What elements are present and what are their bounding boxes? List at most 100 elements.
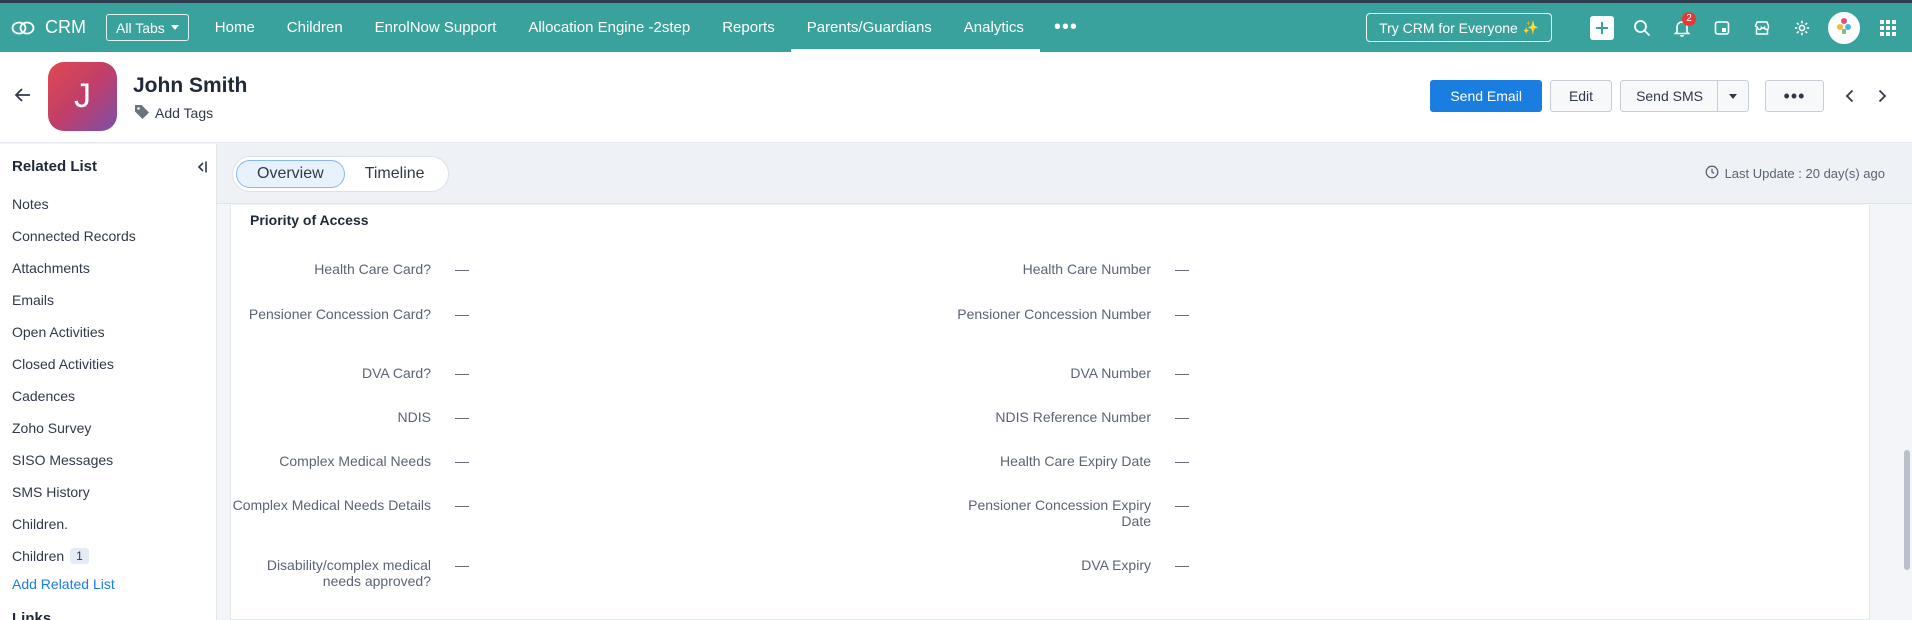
all-tabs-label: All Tabs — [116, 19, 165, 36]
crm-brand[interactable]: CRM — [0, 17, 100, 38]
notifications-button[interactable]: 2 — [1662, 8, 1702, 48]
field-label-complex-medical-needs: Complex Medical Needs — [279, 453, 431, 469]
search-icon — [1633, 19, 1651, 37]
calendar-button[interactable] — [1702, 8, 1742, 48]
field-value-pensioner-concession-number[interactable]: — — [1175, 306, 1189, 322]
field-label-pensioner-concession-expiry-date: Pensioner Concession Expiry Date — [968, 497, 1151, 529]
related-item-cadences[interactable]: Cadences — [12, 380, 136, 412]
related-item-label: Notes — [12, 196, 49, 212]
field-value-pensioner-concession-expiry-date[interactable]: — — [1175, 497, 1189, 513]
tab-label: Parents/Guardians — [806, 19, 932, 36]
tab-home[interactable]: Home — [199, 3, 271, 52]
field-value-complex-medical-needs[interactable]: — — [455, 453, 469, 469]
field-label-health-care-expiry-date: Health Care Expiry Date — [1000, 453, 1151, 469]
tab-label: Children — [286, 19, 343, 36]
related-item-zoho-survey[interactable]: Zoho Survey — [12, 412, 136, 444]
field-label-dva-number: DVA Number — [1070, 365, 1151, 381]
top-navigation-bar: CRM All Tabs Home Children EnrolNow Supp… — [0, 0, 1912, 52]
field-value-disability-approved[interactable]: — — [455, 557, 469, 573]
related-list-items: Notes Connected Records Attachments Emai… — [12, 188, 136, 572]
record-header: J John Smith Add Tags Send Email Edit Se… — [0, 52, 1912, 143]
all-tabs-dropdown[interactable]: All Tabs — [106, 14, 189, 41]
tab-analytics[interactable]: Analytics — [947, 3, 1040, 52]
tab-enrolnow-support[interactable]: EnrolNow Support — [359, 3, 513, 52]
send-sms-button[interactable]: Send SMS — [1621, 81, 1718, 111]
field-label-disability-approved: Disability/complex medical needs approve… — [266, 557, 431, 589]
related-item-label: Emails — [12, 292, 55, 308]
field-value-dva-expiry[interactable]: — — [1175, 557, 1189, 573]
more-actions-button[interactable]: ••• — [1765, 80, 1824, 112]
field-label-complex-medical-needs-details: Complex Medical Needs Details — [232, 497, 431, 513]
tab-parents-guardians[interactable]: Parents/Guardians — [790, 3, 948, 52]
related-item-emails[interactable]: Emails — [12, 284, 136, 316]
search-button[interactable] — [1622, 8, 1662, 48]
tab-overview[interactable]: Overview — [236, 160, 345, 188]
sparkle-icon: ✨ — [1522, 19, 1539, 35]
related-item-label: Attachments — [12, 260, 90, 276]
related-item-children-dot[interactable]: Children. — [12, 508, 136, 540]
tab-label: Reports — [722, 19, 775, 36]
field-value-health-care-number[interactable]: — — [1175, 261, 1189, 277]
add-tags-button[interactable]: Add Tags — [133, 102, 213, 123]
send-sms-dropdown[interactable] — [1718, 81, 1748, 111]
tab-reports[interactable]: Reports — [706, 3, 791, 52]
related-item-label: Open Activities — [12, 324, 105, 340]
related-item-open-activities[interactable]: Open Activities — [12, 316, 136, 348]
add-related-list-link[interactable]: Add Related List — [12, 576, 115, 592]
related-item-attachments[interactable]: Attachments — [12, 252, 136, 284]
links-title: Links — [12, 610, 52, 620]
related-item-label: Children — [12, 548, 65, 564]
tab-label: EnrolNow Support — [374, 19, 497, 36]
nav-right-tools: Try CRM for Everyone ✨ 2 — [1366, 3, 1912, 52]
related-item-notes[interactable]: Notes — [12, 188, 136, 220]
related-item-label: Zoho Survey — [12, 420, 92, 436]
create-button[interactable] — [1582, 8, 1622, 48]
collapse-sidebar-icon[interactable] — [196, 160, 208, 179]
field-value-pensioner-concession-card[interactable]: — — [455, 306, 469, 322]
related-list-title: Related List — [12, 158, 98, 175]
field-value-dva-card[interactable]: — — [455, 365, 469, 381]
last-update-text: Last Update : 20 day(s) ago — [1724, 166, 1885, 181]
apps-menu-button[interactable] — [1868, 8, 1908, 48]
related-item-label: Connected Records — [12, 228, 136, 244]
record-tabs-bar: Overview Timeline Last Update : 20 day(s… — [217, 144, 1912, 204]
field-label-pensioner-concession-number: Pensioner Concession Number — [957, 306, 1151, 322]
field-label-pensioner-concession-card: Pensioner Concession Card? — [248, 306, 431, 322]
avatar-letter: J — [74, 77, 91, 115]
marketplace-button[interactable] — [1742, 8, 1782, 48]
settings-button[interactable] — [1782, 8, 1822, 48]
tab-allocation-engine[interactable]: Allocation Engine -2step — [512, 3, 706, 52]
grid-icon — [1880, 19, 1896, 36]
related-item-connected-records[interactable]: Connected Records — [12, 220, 136, 252]
edit-button[interactable]: Edit — [1549, 80, 1613, 112]
field-value-ndis[interactable]: — — [455, 409, 469, 425]
related-item-label: Cadences — [12, 388, 76, 404]
related-item-sms-history[interactable]: SMS History — [12, 476, 136, 508]
more-tabs-button[interactable]: ••• — [1040, 3, 1092, 52]
try-crm-button[interactable]: Try CRM for Everyone ✨ — [1366, 13, 1552, 42]
back-arrow-icon[interactable] — [13, 85, 33, 110]
tab-children[interactable]: Children — [271, 3, 359, 52]
field-value-dva-number[interactable]: — — [1175, 365, 1189, 381]
module-tabs: Home Children EnrolNow Support Allocatio… — [199, 3, 1092, 52]
previous-record-icon[interactable] — [1834, 80, 1866, 112]
view-tabs: Overview Timeline — [232, 156, 449, 192]
user-avatar[interactable] — [1828, 11, 1860, 44]
send-email-button[interactable]: Send Email — [1430, 80, 1542, 112]
related-item-siso-messages[interactable]: SISO Messages — [12, 444, 136, 476]
field-value-ndis-reference-number[interactable]: — — [1175, 409, 1189, 425]
add-tags-label: Add Tags — [155, 104, 214, 121]
field-label-health-care-number: Health Care Number — [1022, 261, 1151, 277]
field-value-health-care-card[interactable]: — — [455, 261, 469, 277]
field-label-ndis-reference-number: NDIS Reference Number — [995, 409, 1151, 425]
field-value-health-care-expiry-date[interactable]: — — [1175, 453, 1189, 469]
field-value-complex-medical-needs-details[interactable]: — — [455, 497, 469, 513]
field-label-dva-expiry: DVA Expiry — [1081, 557, 1151, 573]
scrollbar-thumb[interactable] — [1904, 450, 1910, 570]
related-item-children[interactable]: Children 1 — [12, 540, 136, 572]
related-item-closed-activities[interactable]: Closed Activities — [12, 348, 136, 380]
related-item-count-badge: 1 — [70, 548, 89, 564]
tab-timeline[interactable]: Timeline — [345, 160, 445, 188]
next-record-icon[interactable] — [1866, 80, 1898, 112]
send-sms-split-button: Send SMS — [1620, 80, 1749, 112]
